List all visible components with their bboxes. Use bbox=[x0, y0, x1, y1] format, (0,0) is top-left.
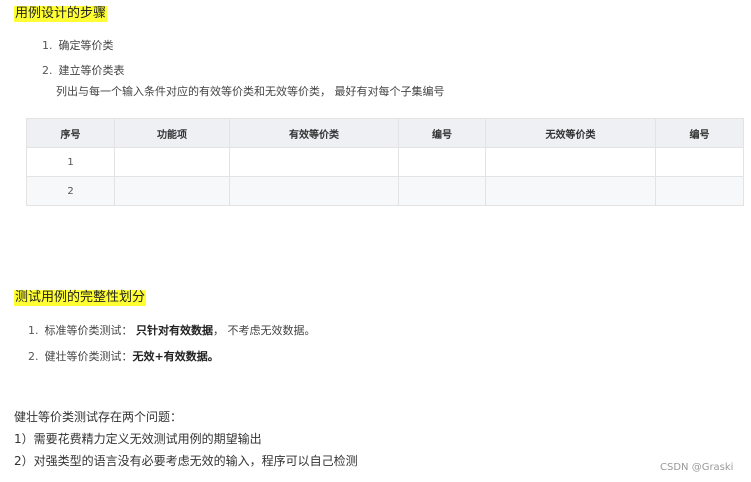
table-header-cell: 无效等价类 bbox=[485, 118, 656, 148]
item-label: 健壮等价类测试： bbox=[44, 350, 133, 363]
step-item-1: 1. 确定等价类 bbox=[42, 39, 114, 53]
item-emphasis: 无效+有效数据。 bbox=[132, 350, 219, 363]
csdn-watermark: CSDN @Graski bbox=[660, 462, 734, 473]
equivalence-class-table: 序号 功能项 有效等价类 编号 无效等价类 编号 1 2 bbox=[26, 118, 744, 206]
table-cell bbox=[398, 147, 486, 177]
table-header-cell: 序号 bbox=[26, 118, 115, 148]
step-description: 列出与每一个输入条件对应的有效等价类和无效等价类， 最好有对每个子集编号 bbox=[56, 85, 445, 98]
table-header-row: 序号 功能项 有效等价类 编号 无效等价类 编号 bbox=[26, 118, 744, 148]
item-emphasis: 只针对有效数据 bbox=[136, 324, 213, 337]
section-title-completeness: 测试用例的完整性划分 bbox=[14, 290, 147, 306]
problem-item-2: 2）对强类型的语言没有必要考虑无效的输入，程序可以自己检测 bbox=[14, 454, 358, 468]
table-row: 1 bbox=[26, 147, 744, 177]
step-text: 建立等价类表 bbox=[58, 64, 125, 77]
item-number: 2. bbox=[28, 350, 39, 363]
table-header-cell: 功能项 bbox=[114, 118, 230, 148]
table-header-cell: 编号 bbox=[398, 118, 486, 148]
section-title-design-steps: 用例设计的步骤 bbox=[14, 6, 108, 22]
completeness-item-2: 2. 健壮等价类测试：无效+有效数据。 bbox=[28, 350, 219, 364]
table-cell bbox=[114, 176, 230, 206]
item-rest: ， 不考虑无效数据。 bbox=[213, 324, 316, 337]
table-cell: 1 bbox=[26, 147, 115, 177]
table-cell bbox=[398, 176, 486, 206]
table-cell bbox=[485, 147, 656, 177]
table-cell bbox=[655, 147, 744, 177]
table-cell bbox=[114, 147, 230, 177]
table-cell bbox=[229, 147, 399, 177]
item-label: 标准等价类测试： bbox=[44, 324, 133, 337]
completeness-item-1: 1. 标准等价类测试： 只针对有效数据， 不考虑无效数据。 bbox=[28, 324, 316, 338]
table-cell bbox=[229, 176, 399, 206]
problems-intro: 健壮等价类测试存在两个问题： bbox=[14, 410, 183, 424]
table-header-cell: 有效等价类 bbox=[229, 118, 399, 148]
step-item-2: 2. 建立等价类表 bbox=[42, 64, 125, 78]
table-cell bbox=[655, 176, 744, 206]
table-header-cell: 编号 bbox=[655, 118, 744, 148]
table-row: 2 bbox=[26, 176, 744, 206]
table-cell bbox=[485, 176, 656, 206]
item-number: 1. bbox=[28, 324, 39, 337]
step-number: 2. bbox=[42, 64, 53, 77]
step-text: 确定等价类 bbox=[58, 39, 114, 52]
problem-item-1: 1）需要花费精力定义无效测试用例的期望输出 bbox=[14, 432, 262, 446]
table-cell: 2 bbox=[26, 176, 115, 206]
step-number: 1. bbox=[42, 39, 53, 52]
